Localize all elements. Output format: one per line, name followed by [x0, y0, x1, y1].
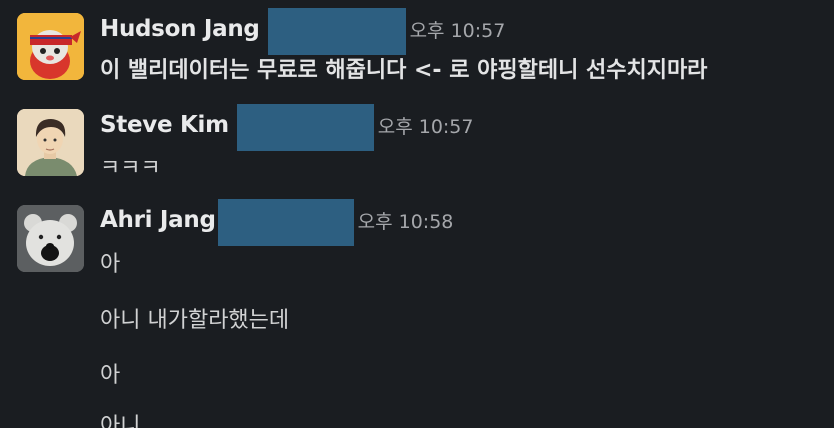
message-header: Hudson Jang 오후 10:57 — [100, 7, 506, 55]
avatar[interactable] — [17, 13, 84, 80]
redaction-block — [236, 103, 374, 151]
message-header: Ahri Jang 오후 10:58 — [100, 198, 454, 246]
sender-name[interactable]: Hudson Jang — [100, 16, 260, 42]
redaction-block — [217, 198, 354, 246]
message-text: ㅋㅋㅋ — [100, 156, 161, 181]
message-timestamp[interactable]: 오후 10:57 — [410, 16, 506, 43]
sender-name[interactable]: Ahri Jang — [100, 207, 216, 233]
message-text: 아니 내가할라했는데 — [100, 308, 290, 333]
avatar[interactable] — [17, 205, 84, 272]
sender-name[interactable]: Steve Kim — [100, 112, 229, 138]
message-header: Steve Kim 오후 10:57 — [100, 103, 474, 151]
message-text: 아니 — [100, 414, 141, 428]
avatar[interactable] — [17, 109, 84, 176]
message-text: 아 — [100, 363, 121, 388]
illustrated-man-icon — [17, 109, 84, 176]
polar-bear-icon — [17, 205, 84, 272]
chat-message-list: Hudson Jang 오후 10:57 이 밸리데이터는 무료로 해줍니다 <… — [0, 0, 834, 428]
redaction-block — [267, 7, 406, 55]
message-text: 이 밸리데이터는 무료로 해줍니다 <- 로 야핑할테니 선수치지마라 — [100, 58, 708, 83]
red-bandana-cat-icon — [17, 13, 84, 80]
message-timestamp[interactable]: 오후 10:58 — [358, 207, 454, 234]
message-text: 아 — [100, 252, 121, 277]
message-timestamp[interactable]: 오후 10:57 — [378, 112, 474, 139]
